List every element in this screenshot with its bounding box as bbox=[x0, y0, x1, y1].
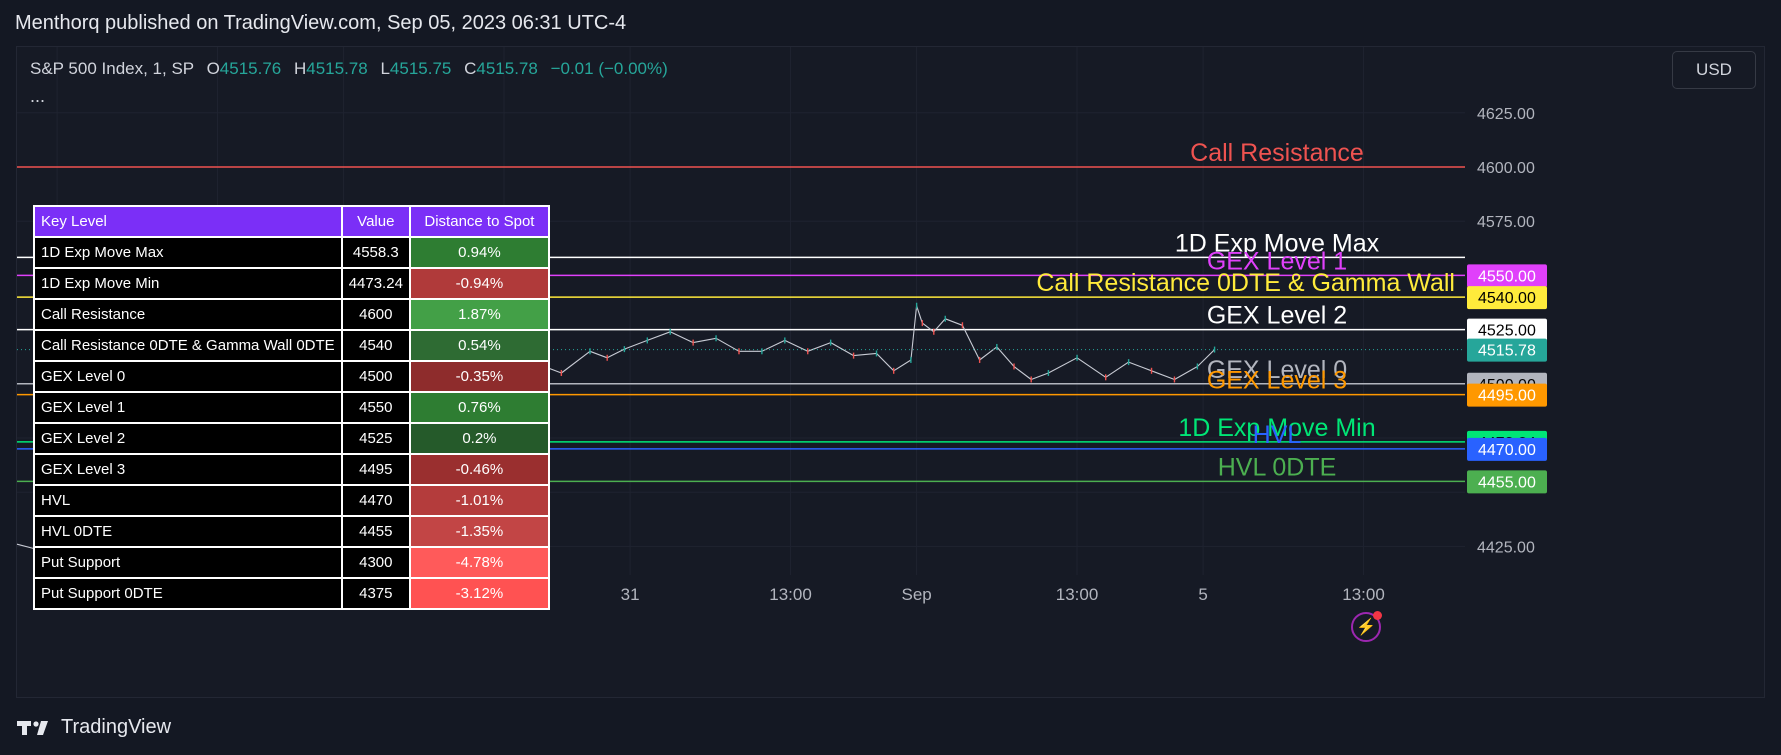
level-value-cell: 4550 bbox=[340, 391, 411, 424]
distance-cell: 1.87% bbox=[408, 298, 550, 331]
currency-button[interactable]: USD bbox=[1672, 51, 1756, 89]
distance-cell: 0.94% bbox=[408, 236, 550, 269]
table-header-row: Key Level Value Distance to Spot bbox=[33, 205, 550, 238]
level-value-cell: 4500 bbox=[340, 360, 411, 393]
low-value: 4515.75 bbox=[389, 59, 452, 78]
lightning-icon[interactable]: ⚡ bbox=[1351, 611, 1382, 642]
level-value-cell: 4558.3 bbox=[340, 236, 411, 269]
distance-cell: -4.78% bbox=[408, 546, 550, 579]
level-value-cell: 4455 bbox=[340, 515, 411, 548]
symbol-label[interactable]: S&P 500 Index, 1, SP bbox=[30, 59, 194, 78]
x-tick-label: 13:00 bbox=[1056, 585, 1099, 604]
level-name-cell: Call Resistance 0DTE & Gamma Wall 0DTE bbox=[33, 329, 343, 362]
table-row: Call Resistance 0DTE & Gamma Wall 0DTE 45… bbox=[33, 329, 550, 362]
low-label: L bbox=[380, 59, 390, 78]
tradingview-logo-icon bbox=[17, 720, 48, 735]
x-tick-label: 13:00 bbox=[1342, 585, 1385, 604]
change-value: −0.01 (−0.00%) bbox=[550, 59, 668, 78]
level-value-cell: 4495 bbox=[340, 453, 411, 486]
table-body: 1D Exp Move Max 4558.3 0.94% 1D Exp Move Mi… bbox=[33, 236, 550, 610]
table-row: GEX Level 3 4495 -0.46% bbox=[33, 453, 550, 486]
price-tag-label: 4470.00 bbox=[1478, 442, 1536, 459]
distance-cell: -3.12% bbox=[408, 577, 550, 610]
key-levels-table: Key Level Value Distance to Spot 1D Exp Mo… bbox=[33, 205, 550, 610]
level-name-cell: Call Resistance bbox=[33, 298, 343, 331]
table-row: 1D Exp Move Max 4558.3 0.94% bbox=[33, 236, 550, 269]
table-row: GEX Level 2 4525 0.2% bbox=[33, 422, 550, 455]
open-label: O bbox=[206, 59, 220, 78]
table-row: GEX Level 0 4500 -0.35% bbox=[33, 360, 550, 393]
table-row: Put Support 4300 -4.78% bbox=[33, 546, 550, 579]
x-tick-label: Sep bbox=[901, 585, 931, 604]
brand[interactable]: TradingView bbox=[17, 716, 171, 739]
price-tag-label: 4515.78 bbox=[1478, 343, 1536, 360]
y-tick-label: 4625.00 bbox=[1477, 106, 1535, 123]
y-tick-label: 4575.00 bbox=[1477, 214, 1535, 231]
level-name-cell: GEX Level 2 bbox=[33, 422, 343, 455]
table-row: HVL 0DTE 4455 -1.35% bbox=[33, 515, 550, 548]
table-header-cell: Distance to Spot bbox=[408, 205, 550, 238]
level-name-cell: HVL 0DTE bbox=[33, 515, 343, 548]
level-name-cell: HVL bbox=[33, 484, 343, 517]
level-label: GEX Level 3 bbox=[1207, 367, 1347, 395]
level-value-cell: 4470 bbox=[340, 484, 411, 517]
level-name-cell: GEX Level 0 bbox=[33, 360, 343, 393]
level-name-cell: Put Support bbox=[33, 546, 343, 579]
table-row: Call Resistance 4600 1.87% bbox=[33, 298, 550, 331]
level-label: HVL 0DTE bbox=[1218, 453, 1337, 481]
level-value-cell: 4540 bbox=[340, 329, 411, 362]
level-label: HVL bbox=[1253, 421, 1302, 449]
brand-name: TradingView bbox=[61, 716, 172, 738]
distance-cell: -1.01% bbox=[408, 484, 550, 517]
level-value-cell: 4525 bbox=[340, 422, 411, 455]
distance-cell: -0.46% bbox=[408, 453, 550, 486]
level-label: GEX Level 2 bbox=[1207, 302, 1347, 330]
level-name-cell: Put Support 0DTE bbox=[33, 577, 343, 610]
distance-cell: 0.2% bbox=[408, 422, 550, 455]
y-tick-label: 4600.00 bbox=[1477, 160, 1535, 177]
table-header-cell: Key Level bbox=[33, 205, 343, 238]
price-tag-label: 4550.00 bbox=[1478, 268, 1536, 285]
level-name-cell: 1D Exp Move Min bbox=[33, 267, 343, 300]
price-tag-label: 4540.00 bbox=[1478, 290, 1536, 307]
x-tick-label: 13:00 bbox=[769, 585, 812, 604]
price-tag-label: 4495.00 bbox=[1478, 388, 1536, 405]
level-name-cell: GEX Level 1 bbox=[33, 391, 343, 424]
table-row: Put Support 0DTE 4375 -3.12% bbox=[33, 577, 550, 610]
open-value: 4515.76 bbox=[219, 59, 282, 78]
level-value-cell: 4375 bbox=[340, 577, 411, 610]
level-label: Call Resistance 0DTE & Gamma Wall bbox=[1036, 269, 1455, 297]
table-row: HVL 4470 -1.01% bbox=[33, 484, 550, 517]
distance-cell: -0.94% bbox=[408, 267, 550, 300]
close-label: C bbox=[464, 59, 477, 78]
close-value: 4515.78 bbox=[476, 59, 538, 78]
level-label: Call Resistance bbox=[1190, 139, 1364, 167]
table-header-cell: Value bbox=[340, 205, 411, 238]
distance-cell: 0.54% bbox=[408, 329, 550, 362]
level-value-cell: 4600 bbox=[340, 298, 411, 331]
high-value: 4515.78 bbox=[306, 59, 368, 78]
notification-dot bbox=[1373, 611, 1382, 620]
x-tick-label: 31 bbox=[621, 585, 640, 604]
more-options[interactable]: ... bbox=[30, 86, 45, 107]
x-tick-label: 5 bbox=[1198, 585, 1207, 604]
distance-cell: -1.35% bbox=[408, 515, 550, 548]
table-row: 1D Exp Move Min 4473.24 -0.94% bbox=[33, 267, 550, 300]
level-name-cell: GEX Level 3 bbox=[33, 453, 343, 486]
ohlc-legend: S&P 500 Index, 1, SP O4515.76 H4515.78 L… bbox=[30, 59, 668, 79]
high-label: H bbox=[293, 59, 307, 78]
price-tag-label: 4525.00 bbox=[1478, 323, 1536, 340]
y-tick-label: 4425.00 bbox=[1477, 539, 1535, 556]
level-value-cell: 4473.24 bbox=[340, 267, 411, 300]
price-tag-label: 4455.00 bbox=[1478, 474, 1536, 491]
table-row: GEX Level 1 4550 0.76% bbox=[33, 391, 550, 424]
distance-cell: 0.76% bbox=[408, 391, 550, 424]
level-name-cell: 1D Exp Move Max bbox=[33, 236, 343, 269]
distance-cell: -0.35% bbox=[408, 360, 550, 393]
level-value-cell: 4300 bbox=[340, 546, 411, 579]
